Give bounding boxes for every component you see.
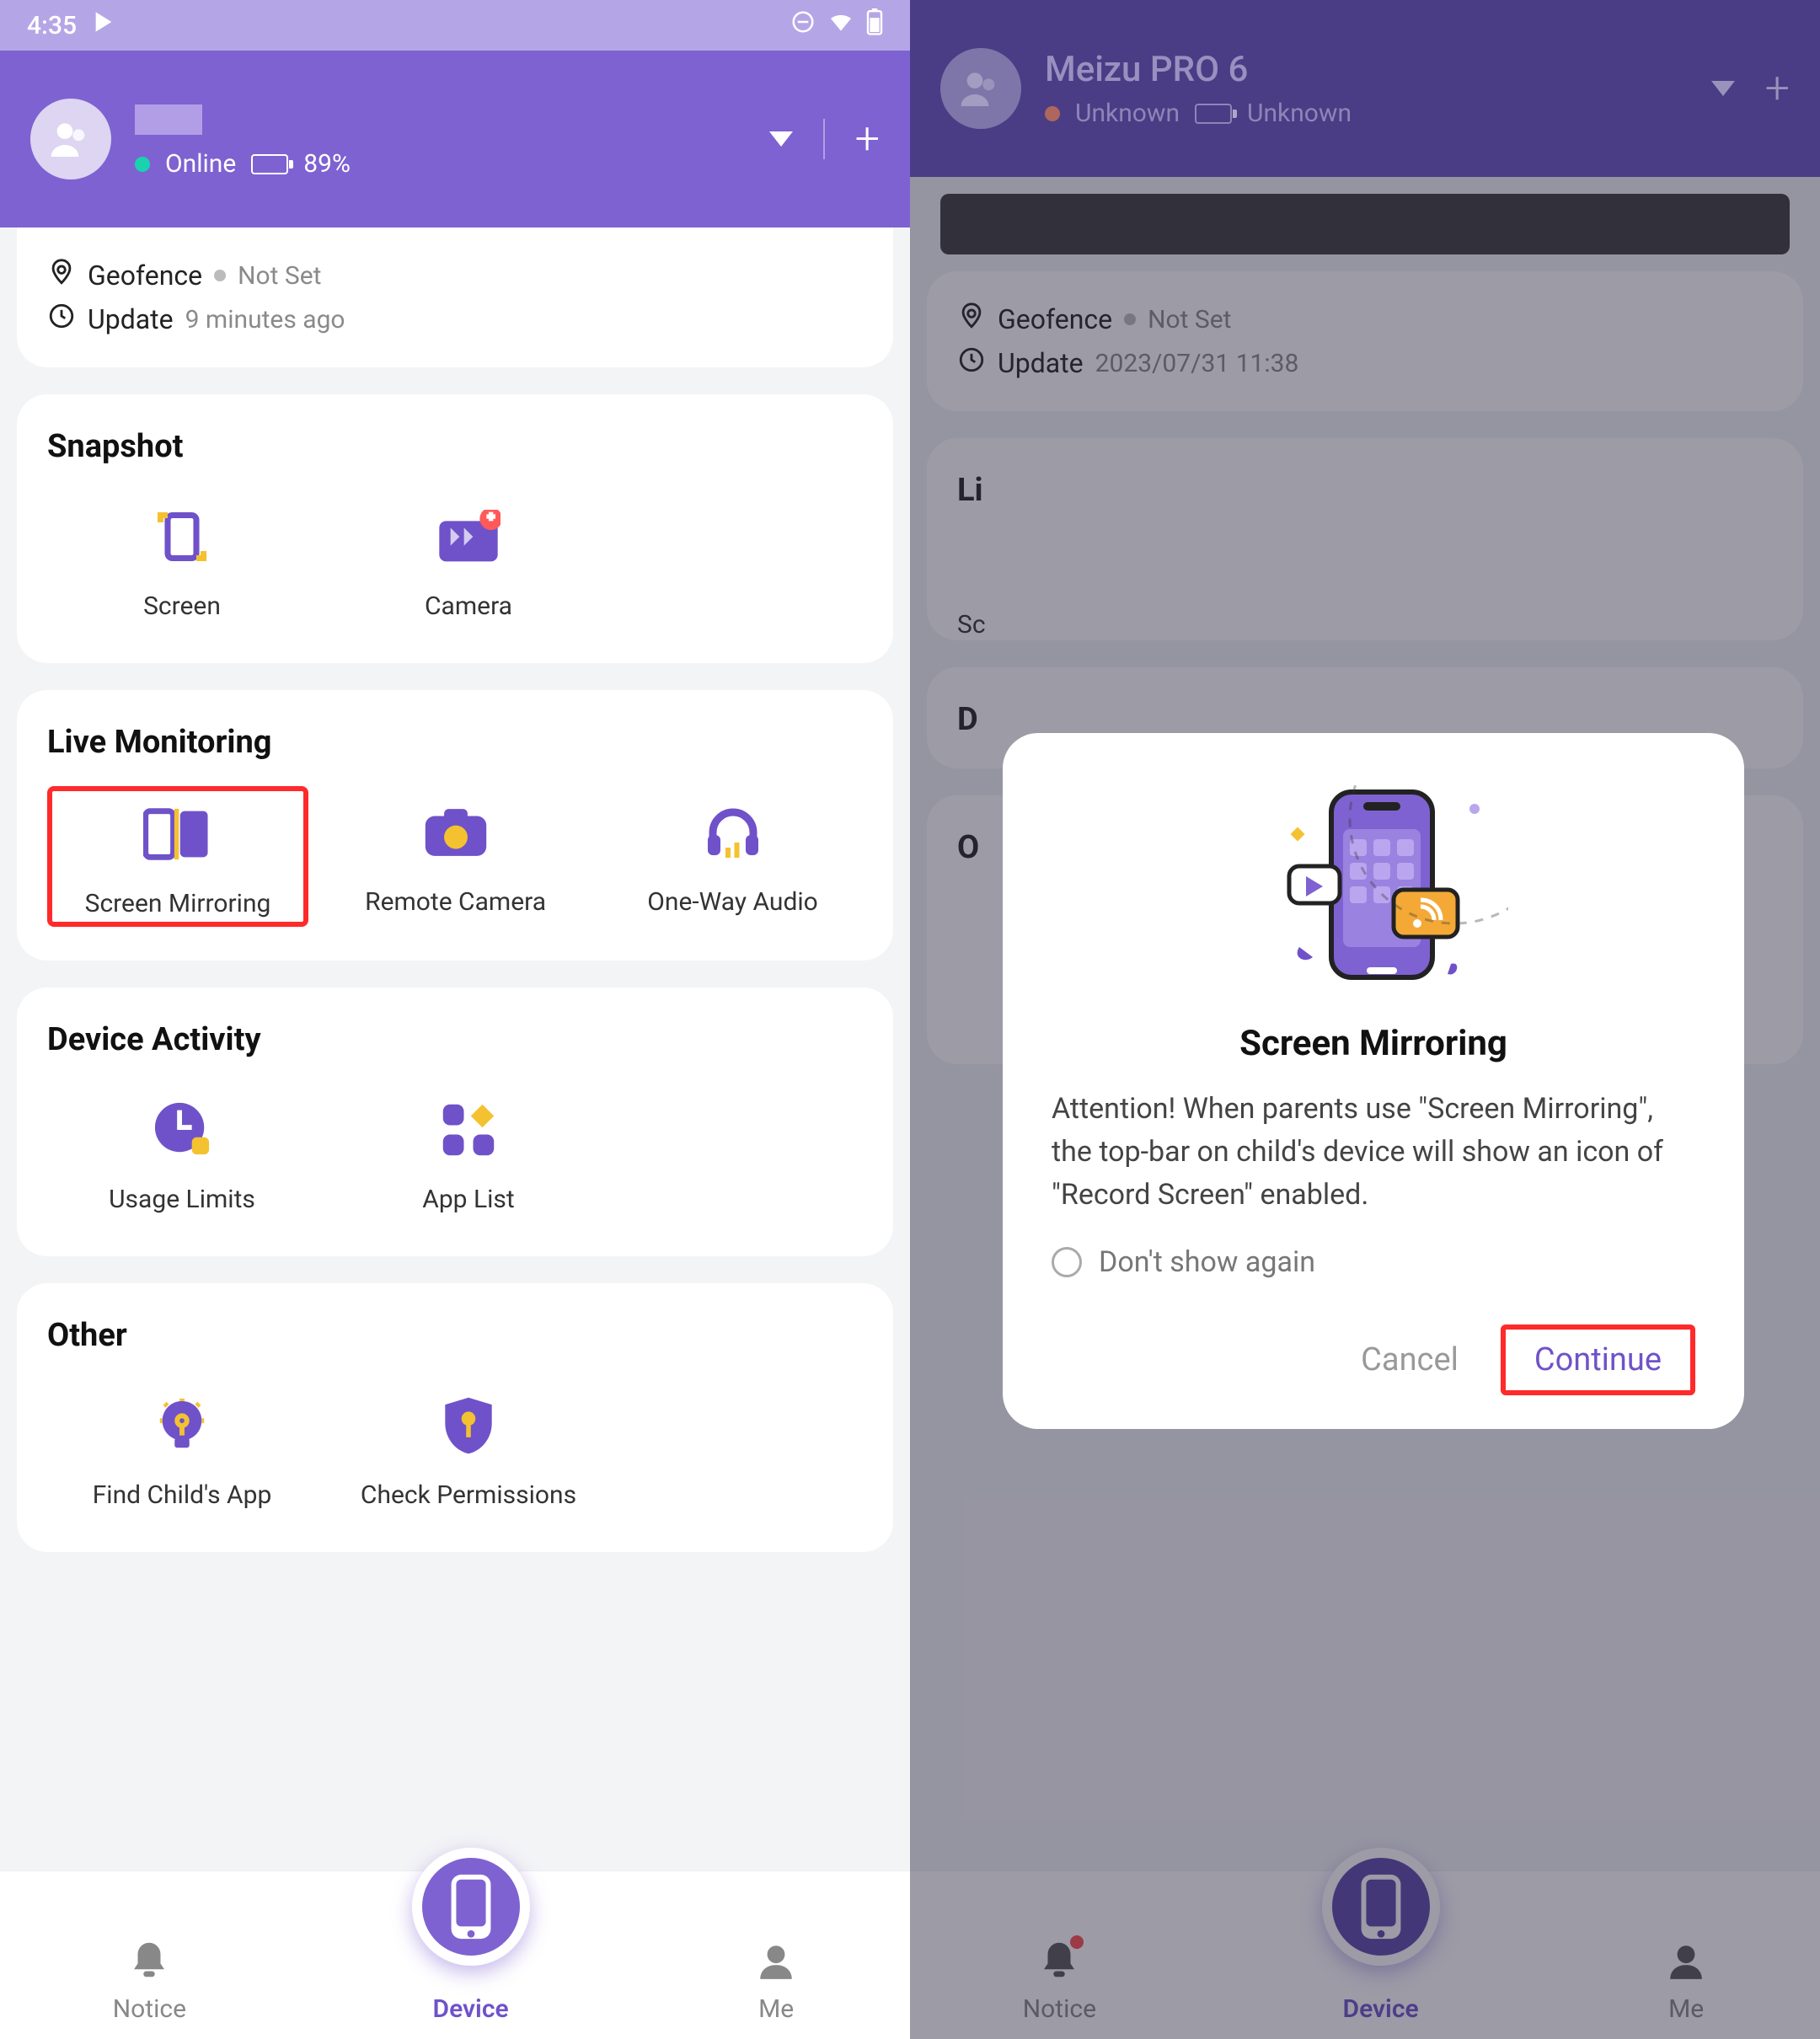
one-way-audio-label: One-Way Audio	[647, 887, 818, 917]
nav-me[interactable]: Me	[755, 1940, 797, 2024]
clock-icon	[47, 302, 76, 337]
add-device-button[interactable]: +	[855, 117, 880, 161]
unknown-status-label: Unknown	[1075, 99, 1180, 128]
screen-mirroring-label: Screen Mirroring	[85, 889, 271, 918]
avatar[interactable]	[30, 99, 111, 179]
usage-limits-tile[interactable]: Usage Limits	[47, 1084, 317, 1223]
dialog-title: Screen Mirroring	[1052, 1023, 1695, 1064]
remote-camera-tile[interactable]: Remote Camera	[325, 786, 586, 927]
dont-show-checkbox[interactable]: Don't show again	[1052, 1245, 1695, 1279]
screen-mirroring-icon	[140, 796, 216, 872]
device-header-right: Meizu PRO 6 Unknown Unknown +	[910, 0, 1820, 177]
remote-camera-icon	[418, 795, 494, 870]
activity-title: Device Activity	[47, 1021, 863, 1058]
snapshot-camera-tile[interactable]: Camera	[334, 490, 603, 629]
radio-icon	[1052, 1247, 1082, 1277]
left-screen: 4:35 Online 89%	[0, 0, 910, 2039]
device-header: Online 89% +	[0, 51, 910, 227]
wifi-icon	[827, 8, 854, 42]
online-label: Online	[165, 149, 236, 179]
phone-icon	[412, 1848, 530, 1966]
snapshot-screen-label: Screen	[143, 591, 221, 621]
update-label: Update	[88, 303, 174, 335]
main-content: Geofence Not Set Update 9 minutes ago Sn…	[0, 227, 910, 2039]
person-icon	[755, 1940, 797, 1989]
battery-low-icon	[1195, 104, 1232, 124]
find-child-app-tile[interactable]: Find Child's App	[47, 1379, 317, 1518]
dnd-icon	[790, 9, 816, 41]
usage-limits-label: Usage Limits	[109, 1185, 255, 1214]
nav-me-label: Me	[758, 1994, 794, 2024]
screen-mirroring-dialog: Screen Mirroring Attention! When parents…	[1003, 733, 1744, 1429]
status-dot-icon	[214, 270, 226, 281]
usage-limits-icon	[144, 1092, 220, 1168]
update-value: 9 minutes ago	[185, 305, 345, 334]
app-list-icon	[431, 1092, 506, 1168]
device-name-right: Meizu PRO 6	[1045, 49, 1711, 90]
check-permissions-tile[interactable]: Check Permissions	[334, 1379, 603, 1518]
one-way-audio-tile[interactable]: One-Way Audio	[602, 786, 863, 927]
cancel-button[interactable]: Cancel	[1361, 1341, 1459, 1378]
snapshot-title: Snapshot	[47, 428, 863, 465]
battery-pct: 89%	[303, 149, 351, 179]
battery-icon	[866, 8, 883, 42]
device-dropdown-icon[interactable]	[1711, 81, 1735, 96]
battery-label: Unknown	[1247, 99, 1352, 128]
battery-indicator-icon	[251, 154, 288, 174]
nav-notice-label: Notice	[113, 1994, 186, 2024]
dialog-illustration	[1052, 779, 1695, 998]
find-child-app-label: Find Child's App	[93, 1480, 272, 1510]
nav-device-label: Device	[433, 1994, 509, 2024]
continue-button[interactable]: Continue	[1501, 1325, 1695, 1395]
geofence-label: Geofence	[88, 260, 202, 292]
divider	[823, 119, 825, 159]
check-permissions-label: Check Permissions	[361, 1480, 576, 1510]
snapshot-camera-label: Camera	[425, 591, 512, 621]
camera-snapshot-icon	[431, 499, 506, 575]
other-section: Other Find Child's App Check Permissions	[17, 1283, 893, 1552]
headphones-icon	[695, 795, 771, 870]
status-card: Geofence Not Set Update 9 minutes ago	[17, 227, 893, 367]
other-title: Other	[47, 1317, 863, 1354]
remote-camera-label: Remote Camera	[365, 887, 546, 917]
nav-device[interactable]: Device	[412, 1848, 530, 2024]
shield-icon	[431, 1388, 506, 1464]
unknown-dot-icon	[1045, 106, 1060, 121]
bell-icon	[126, 1937, 172, 1989]
geofence-icon	[47, 258, 76, 293]
dont-show-label: Don't show again	[1099, 1245, 1315, 1279]
live-monitoring-section: Live Monitoring Screen Mirroring Remote …	[17, 690, 893, 961]
live-title: Live Monitoring	[47, 724, 863, 761]
device-name-redacted	[135, 104, 202, 135]
snapshot-section: Snapshot Screen Camera	[17, 394, 893, 663]
geofence-value: Not Set	[238, 261, 321, 291]
right-screen: Meizu PRO 6 Unknown Unknown +	[910, 0, 1820, 2039]
avatar-right[interactable]	[940, 48, 1021, 129]
app-list-label: App List	[422, 1185, 514, 1214]
play-store-icon	[92, 10, 115, 40]
bottom-nav: Notice Device Me	[0, 1870, 910, 2039]
dialog-body: Attention! When parents use "Screen Mirr…	[1052, 1088, 1695, 1217]
add-device-button[interactable]: +	[1765, 67, 1790, 110]
status-time: 4:35	[27, 11, 77, 40]
screen-icon	[144, 499, 220, 575]
screen-mirroring-tile[interactable]: Screen Mirroring	[47, 786, 308, 927]
device-dropdown-icon[interactable]	[769, 131, 793, 147]
online-dot-icon	[135, 157, 150, 172]
device-activity-section: Device Activity Usage Limits App List	[17, 987, 893, 1256]
bulb-icon	[144, 1388, 220, 1464]
status-bar: 4:35	[0, 0, 910, 51]
snapshot-screen-tile[interactable]: Screen	[47, 490, 317, 629]
nav-notice[interactable]: Notice	[113, 1937, 186, 2024]
app-list-tile[interactable]: App List	[334, 1084, 603, 1223]
